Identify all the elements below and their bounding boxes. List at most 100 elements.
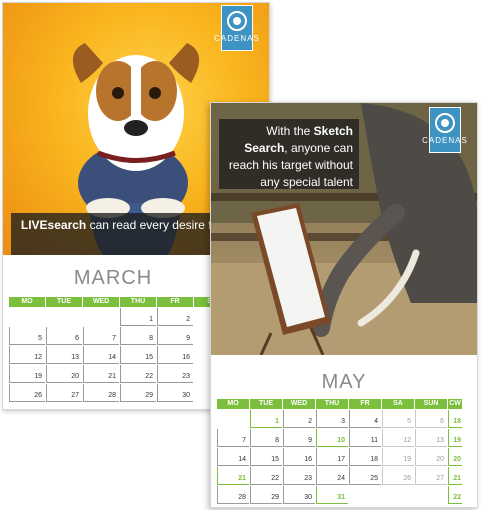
day-number: 14	[108, 354, 116, 361]
day-cell: 14	[83, 346, 119, 364]
may-caption: With the Sketch Search, anyone can reach…	[219, 119, 359, 189]
empty-day-cell	[349, 486, 381, 504]
day-cell: 26	[9, 384, 45, 402]
calendar-week-number: 22	[448, 486, 462, 504]
day-cell: 31	[316, 486, 348, 504]
day-number: 8	[149, 335, 153, 342]
day-cell: 30	[157, 384, 193, 402]
day-number: 7	[112, 335, 116, 342]
calendar-week-header: CW	[448, 399, 462, 409]
cadenas-logo: CADENAS	[214, 5, 259, 51]
calendar-week-row: 28 29 30 31 22	[217, 486, 463, 504]
empty-day-cell	[46, 308, 82, 326]
day-cell: 21	[217, 467, 249, 485]
day-cell: 14	[217, 448, 249, 466]
day-number: 21	[238, 475, 246, 482]
day-number: 15	[271, 456, 279, 463]
day-number: 1	[275, 418, 279, 425]
day-cell: 7	[83, 327, 119, 345]
calendar-week-number: 20	[448, 448, 462, 466]
day-cell: 10	[316, 429, 348, 447]
day-cell: 12	[382, 429, 414, 447]
cadenas-logo-icon	[435, 113, 455, 133]
day-cell: 27	[415, 467, 447, 485]
day-cell: 13	[46, 346, 82, 364]
day-cell: 23	[283, 467, 315, 485]
day-number: 19	[34, 373, 42, 380]
day-cell: 16	[283, 448, 315, 466]
day-number: 5	[38, 335, 42, 342]
day-cell: 23	[157, 365, 193, 383]
day-cell: 21	[83, 365, 119, 383]
day-cell: 17	[316, 448, 348, 466]
day-cell: 8	[120, 327, 156, 345]
weekday-header: MO	[9, 297, 45, 307]
day-number: 29	[271, 494, 279, 501]
day-cell: 13	[415, 429, 447, 447]
cadenas-logo: CADENAS	[422, 107, 467, 153]
calendar-week-number: 19	[448, 429, 462, 447]
day-cell: 16	[157, 346, 193, 364]
day-number: 31	[337, 494, 345, 501]
day-cell: 1	[250, 410, 282, 428]
calendar-week-row: 12	[9, 308, 231, 326]
day-cell: 9	[157, 327, 193, 345]
day-cell: 29	[120, 384, 156, 402]
day-number: 27	[71, 392, 79, 399]
calendar-week-row: 1 2 3 4 5 6 18	[217, 410, 463, 428]
day-cell: 19	[9, 365, 45, 383]
day-number: 2	[186, 316, 190, 323]
day-number: 26	[403, 475, 411, 482]
day-number: 28	[238, 494, 246, 501]
weekday-header: WED	[83, 297, 119, 307]
day-number: 18	[370, 456, 378, 463]
day-number: 13	[71, 354, 79, 361]
empty-day-cell	[415, 486, 447, 504]
day-number: 22	[271, 475, 279, 482]
day-number: 15	[145, 354, 153, 361]
day-number: 30	[304, 494, 312, 501]
day-cell: 11	[349, 429, 381, 447]
weekday-header: FR	[349, 399, 381, 409]
calendar-week-row: 19 20 21 22 23	[9, 365, 231, 383]
weekday-header: TUE	[46, 297, 82, 307]
day-cell: 15	[250, 448, 282, 466]
logo-text: CADENAS	[422, 136, 468, 145]
day-number: 23	[182, 373, 190, 380]
day-cell: 15	[120, 346, 156, 364]
day-number: 16	[304, 456, 312, 463]
empty-day-cell	[83, 308, 119, 326]
week-number: 19	[453, 437, 461, 444]
day-number: 16	[182, 354, 190, 361]
day-number: 21	[108, 373, 116, 380]
day-cell: 26	[382, 467, 414, 485]
day-cell: 20	[46, 365, 82, 383]
day-cell: 8	[250, 429, 282, 447]
calendar-week-row: 5 6 7 8 9	[9, 327, 231, 345]
empty-day-cell	[217, 410, 249, 428]
day-number: 14	[238, 456, 246, 463]
day-number: 8	[275, 437, 279, 444]
day-cell: 28	[217, 486, 249, 504]
weekday-header: SA	[382, 399, 414, 409]
month-title: MAY	[321, 371, 367, 393]
weekday-header: SUN	[415, 399, 447, 409]
day-cell: 2	[283, 410, 315, 428]
day-cell: 9	[283, 429, 315, 447]
day-cell: 22	[120, 365, 156, 383]
day-number: 6	[440, 418, 444, 425]
day-number: 26	[34, 392, 42, 399]
day-number: 10	[337, 437, 345, 444]
month-title: MARCH	[73, 267, 153, 289]
day-number: 17	[337, 456, 345, 463]
day-number: 25	[370, 475, 378, 482]
day-number: 2	[308, 418, 312, 425]
day-number: 24	[337, 475, 345, 482]
day-cell: 28	[83, 384, 119, 402]
empty-day-cell	[382, 486, 414, 504]
day-number: 12	[34, 354, 42, 361]
calendar-week-number: 18	[448, 410, 462, 428]
weekday-header: TUE	[250, 399, 282, 409]
day-number: 11	[370, 437, 378, 444]
calendar-week-row: 7 8 9 10 11 12 13 19	[217, 429, 463, 447]
